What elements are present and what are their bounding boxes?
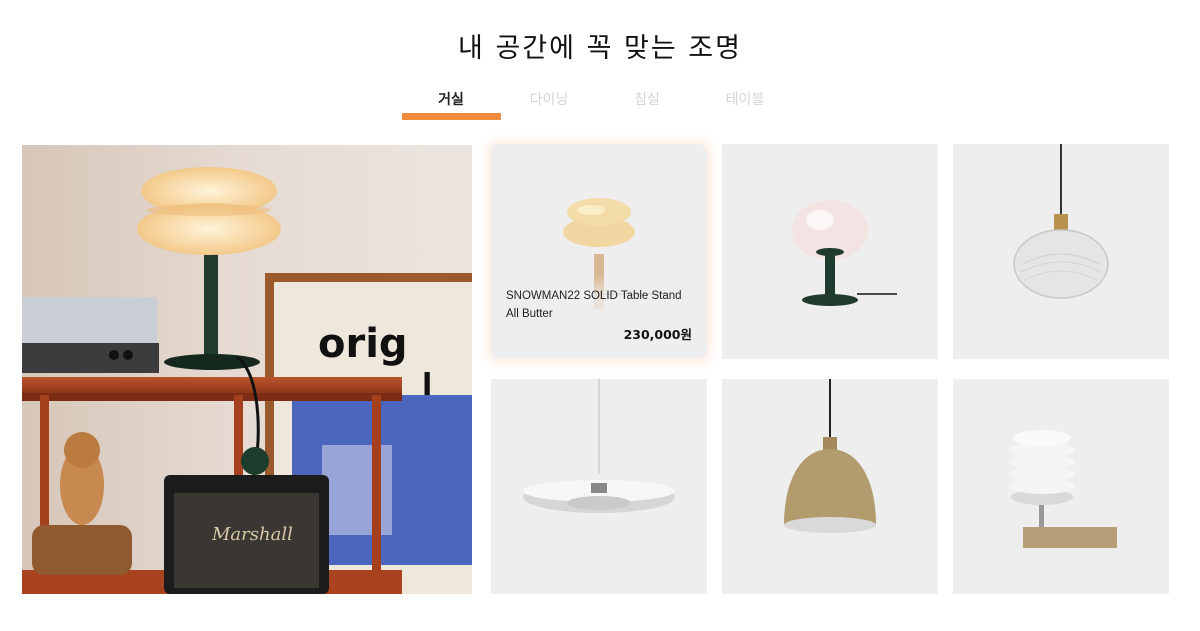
tab-table[interactable]: 테이블 <box>696 86 794 122</box>
hero-image[interactable]: orig l Marshall <box>22 145 472 594</box>
svg-text:l: l <box>422 368 432 403</box>
dome-pendant-lamp-icon <box>784 379 876 533</box>
product-price: 230,000원 <box>623 327 692 342</box>
svg-text:orig: orig <box>318 321 408 367</box>
product-name: SNOWMAN22 SOLID Table Stand All Butter <box>506 290 682 320</box>
product-card[interactable]: SNOWMAN22 SOLID Table Stand All Butter 2… <box>491 144 707 359</box>
product-card[interactable] <box>722 379 938 594</box>
product-card[interactable] <box>953 144 1169 359</box>
tab-bedroom[interactable]: 침실 <box>598 86 696 122</box>
svg-text:Marshall: Marshall <box>211 524 293 545</box>
product-info: SNOWMAN22 SOLID Table Stand All Butter 2… <box>491 275 707 359</box>
ribbed-glass-pendant-lamp-icon <box>1013 144 1109 299</box>
section-title: 내 공간에 꼭 맞는 조명 <box>458 33 742 64</box>
stacked-rings-table-lamp-icon <box>1009 430 1117 548</box>
product-card[interactable] <box>953 379 1169 594</box>
flat-disc-pendant-lamp-icon <box>523 379 675 513</box>
product-card[interactable] <box>491 379 707 594</box>
product-card[interactable] <box>722 144 938 359</box>
living-room-lamp-photo: orig l Marshall <box>22 145 472 594</box>
tab-dining[interactable]: 다이닝 <box>500 86 598 122</box>
active-tab-indicator <box>402 113 501 120</box>
glass-globe-table-lamp-icon <box>792 200 897 306</box>
